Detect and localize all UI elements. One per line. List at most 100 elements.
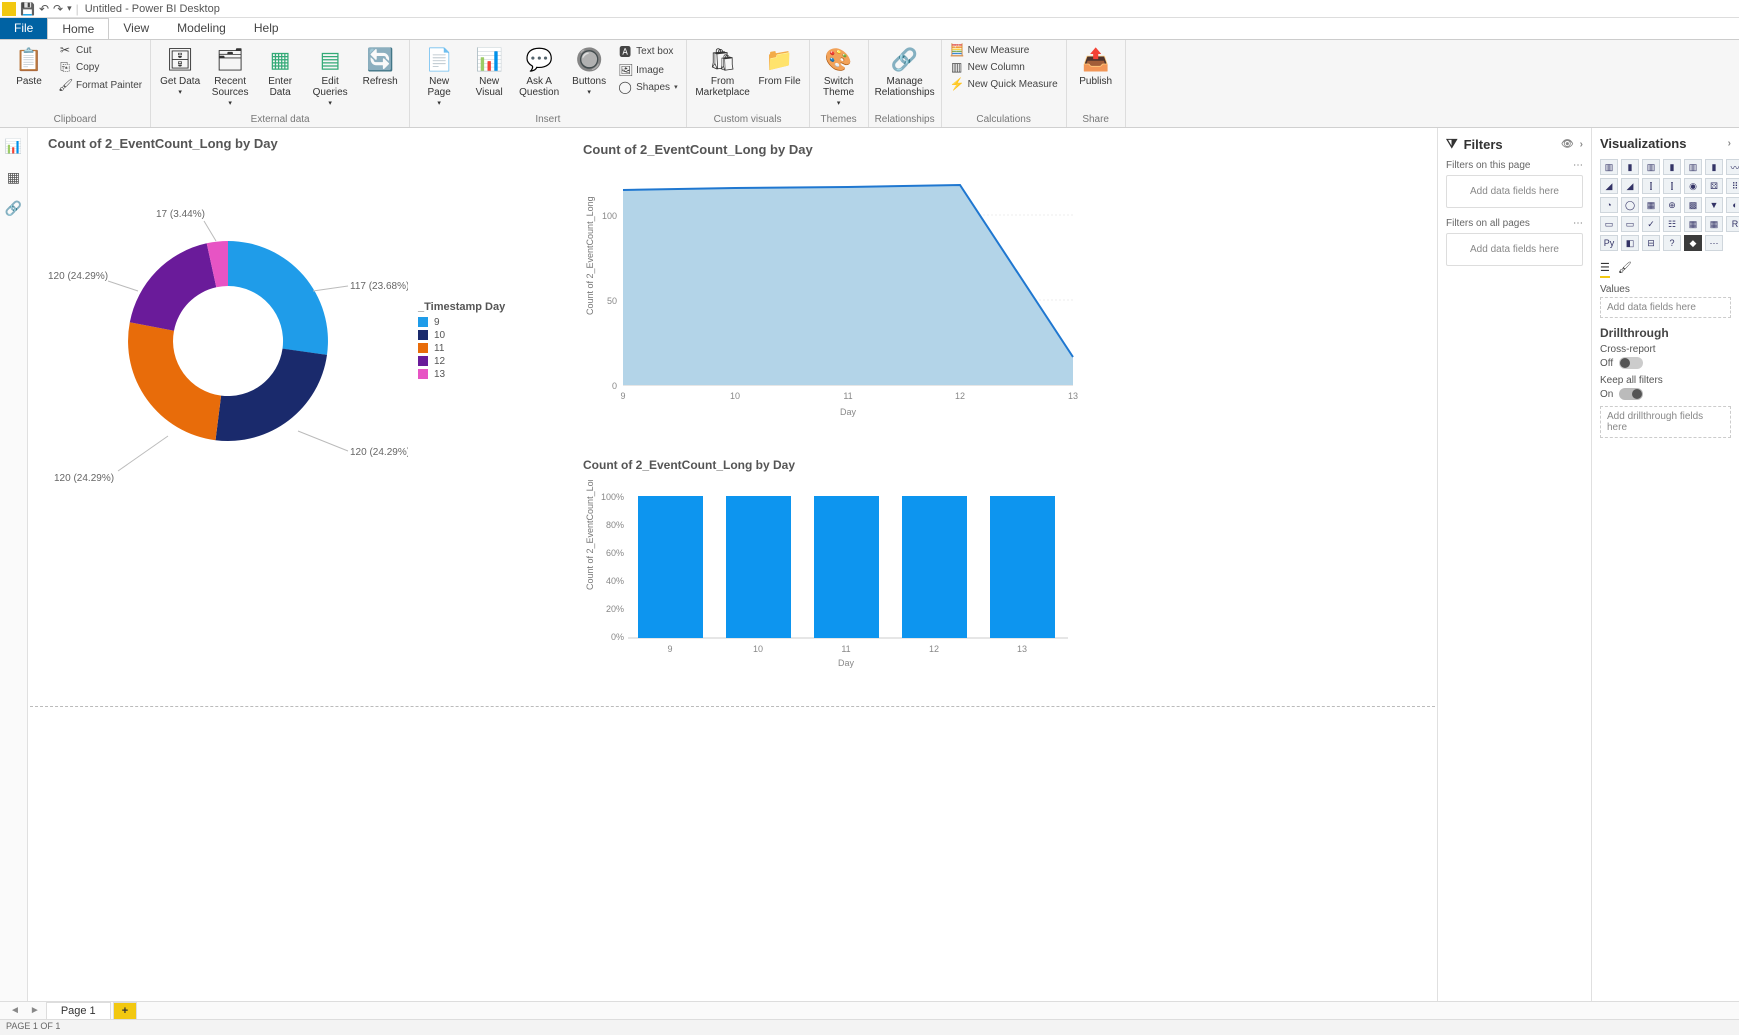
viz-matrix[interactable]: ▦ (1705, 216, 1723, 232)
viz-powerapps[interactable]: ◆ (1684, 235, 1702, 251)
new-column-button[interactable]: ▥New Column (948, 59, 1060, 75)
svg-text:10: 10 (753, 644, 763, 654)
donut-visual[interactable]: Count of 2_EventCount_Long by Day 117 (2… (48, 136, 568, 501)
more-icon[interactable]: ⋯ (1573, 218, 1583, 229)
viz-100-column[interactable]: ▮ (1705, 159, 1723, 175)
manage-relationships-button[interactable]: 🔗Manage Relationships (875, 42, 935, 102)
undo-icon[interactable]: ↶ (39, 2, 49, 16)
viz-line[interactable]: 〰 (1726, 159, 1739, 175)
viz-import[interactable]: ⋯ (1705, 235, 1723, 251)
more-icon[interactable]: ⋯ (1573, 160, 1583, 171)
qat-dropdown-icon[interactable]: ▾ (67, 3, 72, 14)
recent-sources-button[interactable]: 🗂Recent Sources▾ (207, 42, 253, 112)
values-drop[interactable]: Add data fields here (1600, 297, 1731, 318)
viz-ribbon[interactable]: ◉ (1684, 178, 1702, 194)
viz-line-clustered[interactable]: ⫿ (1663, 178, 1681, 194)
bar-visual[interactable]: Count of 2_EventCount_Long by Day Count … (583, 458, 1083, 683)
shapes-button[interactable]: ◯Shapes ▾ (616, 79, 679, 95)
redo-icon[interactable]: ↷ (53, 2, 63, 16)
viz-stacked-column[interactable]: ▮ (1621, 159, 1639, 175)
new-quick-measure-button[interactable]: ⚡New Quick Measure (948, 76, 1060, 92)
new-measure-button[interactable]: 🧮New Measure (948, 42, 1060, 58)
svg-text:9: 9 (620, 391, 625, 401)
viz-gauge[interactable]: ◐ (1726, 197, 1739, 213)
viz-qa[interactable]: ? (1663, 235, 1681, 251)
svg-text:50: 50 (607, 296, 617, 306)
from-file-button[interactable]: 📁From File (757, 42, 803, 91)
switch-theme-button[interactable]: 🎨Switch Theme▾ (816, 42, 862, 112)
viz-collapse-icon[interactable]: › (1728, 138, 1731, 149)
values-label: Values (1600, 284, 1731, 295)
viz-slicer[interactable]: ☷ (1663, 216, 1681, 232)
viz-funnel[interactable]: ▼ (1705, 197, 1723, 213)
paste-button[interactable]: 📋Paste (6, 42, 52, 91)
keep-filters-toggle[interactable] (1619, 388, 1643, 400)
viz-kpi[interactable]: ✓ (1642, 216, 1660, 232)
tab-modeling[interactable]: Modeling (163, 18, 240, 39)
viz-key-influencers[interactable]: ◧ (1621, 235, 1639, 251)
save-icon[interactable]: 💾 (20, 2, 35, 16)
viz-card[interactable]: ▭ (1600, 216, 1618, 232)
viz-donut[interactable]: ◯ (1621, 197, 1639, 213)
svg-text:120 (24.29%): 120 (24.29%) (350, 447, 408, 458)
viz-treemap[interactable]: ▦ (1642, 197, 1660, 213)
page-tab-1[interactable]: Page 1 (46, 1002, 111, 1019)
report-view-icon[interactable]: 📊 (5, 138, 22, 155)
viz-multi-card[interactable]: ▭ (1621, 216, 1639, 232)
tab-view[interactable]: View (109, 18, 163, 39)
format-painter-button[interactable]: 🖌Format Painter (56, 77, 144, 93)
viz-pie[interactable]: ◔ (1600, 197, 1618, 213)
publish-button[interactable]: 📤Publish (1073, 42, 1119, 91)
viz-stacked-bar[interactable]: ▥ (1600, 159, 1618, 175)
format-tab-icon[interactable]: 🖌 (1618, 261, 1632, 278)
edit-queries-button[interactable]: ▤Edit Queries▾ (307, 42, 353, 112)
tab-file[interactable]: File (0, 18, 47, 39)
viz-scatter[interactable]: ⠿ (1726, 178, 1739, 194)
filters-thispage-label: Filters on this page (1446, 160, 1531, 171)
viz-clustered-bar[interactable]: ▥ (1642, 159, 1660, 175)
viz-decomp[interactable]: ⊟ (1642, 235, 1660, 251)
image-button[interactable]: 🖼Image (616, 62, 679, 78)
viz-100-bar[interactable]: ▥ (1684, 159, 1702, 175)
legend-item: 10 (418, 330, 505, 341)
drillthrough-drop[interactable]: Add drillthrough fields here (1600, 406, 1731, 438)
filters-thispage-drop[interactable]: Add data fields here (1446, 175, 1583, 208)
tab-home[interactable]: Home (47, 18, 109, 39)
new-page-button[interactable]: 📄New Page▾ (416, 42, 462, 112)
viz-area[interactable]: ◢ (1600, 178, 1618, 194)
viz-clustered-column[interactable]: ▮ (1663, 159, 1681, 175)
area-visual[interactable]: Count of 2_EventCount_Long by Day Count … (583, 142, 1083, 428)
viz-stacked-area[interactable]: ◢ (1621, 178, 1639, 194)
filters-collapse-icon[interactable]: › (1580, 139, 1583, 150)
refresh-button[interactable]: 🔄Refresh (357, 42, 403, 91)
new-visual-button[interactable]: 📊New Visual (466, 42, 512, 102)
filters-allpages-drop[interactable]: Add data fields here (1446, 233, 1583, 266)
donut-title: Count of 2_EventCount_Long by Day (48, 136, 568, 151)
enter-data-button[interactable]: ▦Enter Data (257, 42, 303, 102)
viz-filled-map[interactable]: ▩ (1684, 197, 1702, 213)
viz-line-column[interactable]: ⫿ (1642, 178, 1660, 194)
page-prev-button[interactable]: ◄ (6, 1005, 24, 1016)
filters-visibility-icon[interactable]: 👁 (1561, 139, 1574, 150)
data-view-icon[interactable]: ▦ (7, 169, 20, 186)
get-data-button[interactable]: 🗄Get Data▾ (157, 42, 203, 101)
viz-map[interactable]: ⊕ (1663, 197, 1681, 213)
buttons-button[interactable]: 🔘Buttons▾ (566, 42, 612, 101)
viz-waterfall[interactable]: ⚄ (1705, 178, 1723, 194)
ask-question-button[interactable]: 💬Ask A Question (516, 42, 562, 102)
from-marketplace-button[interactable]: 🛍From Marketplace (693, 42, 753, 102)
viz-table[interactable]: ▦ (1684, 216, 1702, 232)
viz-py[interactable]: Py (1600, 235, 1618, 251)
cross-report-toggle[interactable] (1619, 357, 1643, 369)
viz-r[interactable]: R (1726, 216, 1739, 232)
copy-button[interactable]: ⎘Copy (56, 59, 144, 76)
textbox-button[interactable]: 🅰Text box (616, 42, 679, 61)
cut-button[interactable]: ✂Cut (56, 42, 144, 58)
svg-text:12: 12 (955, 391, 965, 401)
add-page-button[interactable]: + (113, 1002, 137, 1019)
report-canvas[interactable]: Count of 2_EventCount_Long by Day 117 (2… (28, 128, 1437, 1001)
model-view-icon[interactable]: 🔗 (5, 200, 22, 217)
tab-help[interactable]: Help (240, 18, 293, 39)
fields-tab-icon[interactable]: ☰ (1600, 261, 1610, 278)
page-next-button[interactable]: ► (26, 1005, 44, 1016)
